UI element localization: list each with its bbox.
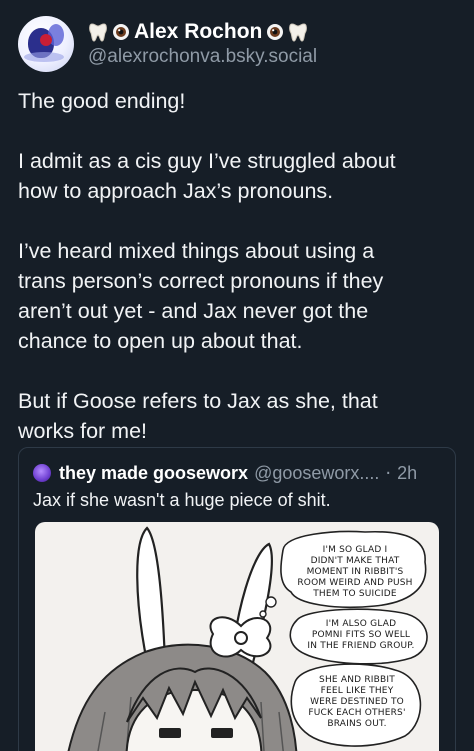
post-line: I admit as a cis guy I’ve struggled abou… [18, 149, 396, 173]
bubble-3-line: BRAINS OUT. [327, 719, 386, 729]
quoted-post-card[interactable]: they made gooseworx @gooseworx.... · 2h … [18, 447, 456, 751]
post-line: The good ending! [18, 89, 186, 113]
bubble-3-line: SHE AND RIBBIT [319, 675, 395, 685]
eye-right [211, 728, 233, 738]
bubble-1-line: MOMENT IN RIBBIT'S [307, 567, 404, 577]
post-line: But if Goose refers to Jax as she, that [18, 389, 378, 413]
bubble-3-line: FUCK EACH OTHERS' [308, 708, 405, 718]
post-line: how to approach Jax’s pronouns. [18, 179, 334, 203]
bubble-2-line: IN THE FRIEND GROUP. [307, 641, 414, 651]
bubble-1-line: DIDN'T MAKE THAT [311, 556, 400, 566]
bubble-1-line: ROOM WEIRD AND PUSH [297, 578, 412, 588]
bubble-2-line: I'M ALSO GLAD [326, 619, 396, 629]
post-line: works for me! [18, 419, 148, 443]
quoted-author-avatar[interactable] [33, 464, 51, 482]
post-line: trans person’s correct pronouns if they [18, 269, 384, 293]
quoted-author-handle[interactable]: @gooseworx.... [254, 463, 379, 484]
author-name-row[interactable]: Alex Rochon [88, 18, 308, 46]
eye-left [159, 728, 181, 738]
quoted-author-name[interactable]: they made gooseworx [59, 463, 248, 484]
eye-icon [267, 24, 284, 40]
eye-icon [113, 24, 129, 40]
quoted-post-image[interactable]: I'M SO GLAD I DIDN'T MAKE THAT MOMENT IN… [35, 522, 439, 751]
bubble-1-line: THEM TO SUICIDE [312, 589, 397, 599]
separator-dot: · [385, 462, 392, 484]
tooth-icon [289, 23, 308, 42]
bubble-3-line: WERE DESTINED TO [310, 697, 404, 707]
quoted-post-header: they made gooseworx @gooseworx.... · 2h [33, 462, 417, 484]
bubble-1-line: I'M SO GLAD I [323, 545, 388, 555]
post-line: aren’t out yet - and Jax never got the [18, 299, 369, 323]
author-avatar[interactable] [18, 16, 74, 72]
post-body: The good ending! I admit as a cis guy I’… [18, 86, 458, 446]
bunny-ear-left [136, 526, 167, 664]
post-line: chance to open up about that. [18, 329, 303, 353]
post-line: I’ve heard mixed things about using a [18, 239, 375, 263]
quoted-post-text: Jax if she wasn't a huge piece of shit. [33, 490, 331, 510]
quoted-post-time: 2h [397, 462, 418, 483]
bubble-3-line: FEEL LIKE THEY [321, 686, 394, 696]
author-handle[interactable]: @alexrochonva.bsky.social [88, 46, 317, 68]
bubble-2-line: POMNI FITS SO WELL [312, 630, 410, 640]
tooth-icon [89, 23, 107, 42]
author-display-name[interactable]: Alex Rochon [134, 20, 262, 44]
